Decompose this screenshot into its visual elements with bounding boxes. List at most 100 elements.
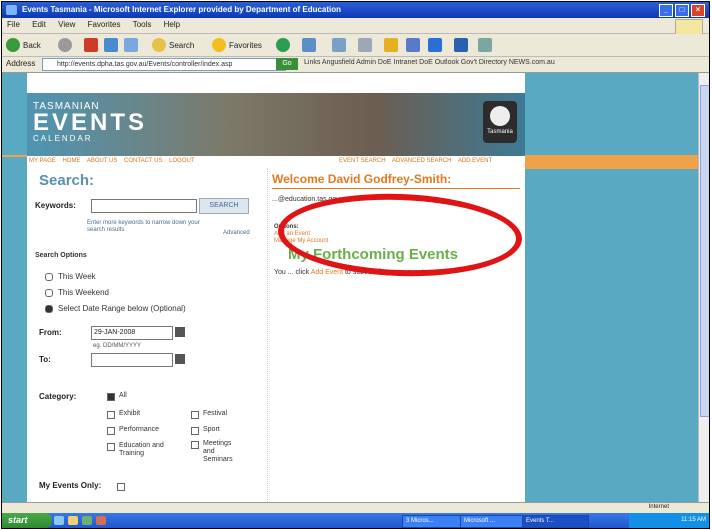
menu-favorites[interactable]: Favorites <box>83 18 126 31</box>
my-events-checkbox[interactable] <box>117 482 129 491</box>
favorites-button[interactable]: Favorites <box>212 37 262 53</box>
quicklaunch-ie-icon[interactable] <box>54 516 64 525</box>
home-button[interactable] <box>124 37 141 53</box>
minimize-button[interactable]: _ <box>659 4 673 17</box>
start-button[interactable]: start <box>2 513 52 528</box>
edit-button[interactable] <box>384 37 401 53</box>
calendar-icon[interactable] <box>175 354 185 364</box>
category-performance-checkbox[interactable]: Performance <box>107 426 159 435</box>
stop-button[interactable] <box>84 37 101 53</box>
category-all-checkbox[interactable]: All <box>107 392 127 401</box>
home-icon <box>124 38 138 52</box>
radio-this-week[interactable]: This Week <box>45 272 96 281</box>
links-bar[interactable]: Links Angusfield Admin DoE Intranet DoE … <box>304 59 555 66</box>
date-format-hint: eg. DD/MM/YYYY <box>93 343 142 349</box>
discuss-icon <box>406 38 420 52</box>
checkbox-icon <box>191 441 199 449</box>
address-bar: Address http://events.dpha.tas.gov.au/Ev… <box>2 57 709 73</box>
nav-about-us[interactable]: ABOUT US <box>87 158 118 164</box>
category-sport-checkbox[interactable]: Sport <box>191 426 220 435</box>
quicklaunch-app-icon[interactable] <box>96 516 106 525</box>
to-label: To: <box>39 355 51 364</box>
address-input[interactable]: http://events.dpha.tas.gov.au/Events/con… <box>42 58 286 71</box>
quicklaunch-desktop-icon[interactable] <box>82 516 92 525</box>
refresh-button[interactable] <box>104 37 121 53</box>
taskbar: start 3 Micros... Microsoft ... Events T… <box>2 513 709 528</box>
site-nav: MY PAGE HOME ABOUT US CONTACT US LOGOUT … <box>27 157 525 167</box>
menu-file[interactable]: File <box>2 18 25 31</box>
print-button[interactable] <box>358 37 375 53</box>
nav-my-page[interactable]: MY PAGE <box>29 158 56 164</box>
search-options-label: Search Options <box>35 252 87 259</box>
category-label: Category: <box>39 392 77 401</box>
nav-contact-us[interactable]: CONTACT US <box>124 158 162 164</box>
back-arrow-icon <box>6 38 20 52</box>
keywords-hint: Enter more keywords to narrow down your … <box>87 220 200 233</box>
calendar-icon[interactable] <box>175 327 185 337</box>
add-event-inline-link[interactable]: Add Event <box>311 269 343 276</box>
radio-date-range[interactable]: Select Date Range below (Optional) <box>45 304 186 313</box>
search-icon <box>152 38 166 52</box>
events-logo[interactable]: TASMANIAN EVENTS CALENDAR <box>33 101 147 143</box>
menu-tools[interactable]: Tools <box>128 18 157 31</box>
checkbox-icon <box>117 483 125 491</box>
radio-icon <box>45 288 53 297</box>
task-microsoft[interactable]: Microsoft ... <box>460 515 523 528</box>
media-icon <box>276 38 290 52</box>
quicklaunch-folder-icon[interactable] <box>68 516 78 525</box>
task-events-tasmania[interactable]: Events T... <box>522 515 589 528</box>
nav-add-event[interactable]: ADD EVENT <box>458 158 492 164</box>
messenger-button[interactable] <box>428 37 445 53</box>
maximize-button[interactable]: □ <box>675 4 689 17</box>
radio-selected-icon <box>45 304 53 313</box>
category-exhibit-checkbox[interactable]: Exhibit <box>107 410 140 419</box>
nav-event-search[interactable]: EVENT SEARCH <box>339 158 386 164</box>
go-button[interactable]: Go <box>276 58 298 70</box>
close-button[interactable]: × <box>691 4 705 17</box>
category-education-checkbox[interactable]: Education and Training <box>107 442 171 458</box>
scrollbar-thumb[interactable] <box>700 85 709 417</box>
history-icon <box>302 38 316 52</box>
menu-view[interactable]: View <box>53 18 80 31</box>
vertical-scrollbar[interactable] <box>698 73 709 502</box>
forward-button[interactable] <box>58 37 75 53</box>
media-button[interactable] <box>276 37 293 53</box>
checkbox-icon <box>191 427 199 435</box>
nav-advanced-search[interactable]: ADVANCED SEARCH <box>392 158 452 164</box>
back-button[interactable]: Back <box>6 37 41 53</box>
accent-stripe <box>525 157 698 169</box>
title-bar: Events Tasmania - Microsoft Internet Exp… <box>2 2 709 18</box>
search-submit-button[interactable]: SEARCH <box>199 198 249 214</box>
tasmania-emblem-icon <box>490 106 510 126</box>
address-label: Address <box>6 59 36 68</box>
nav-home[interactable]: HOME <box>62 158 80 164</box>
page-content: TASMANIAN EVENTS CALENDAR Tasmania MY PA… <box>27 73 525 502</box>
from-date-input[interactable]: 29-JAN-2008 <box>91 326 173 340</box>
category-meetings-checkbox[interactable]: Meetings and Seminars <box>191 440 241 464</box>
keywords-input[interactable] <box>91 199 197 213</box>
advanced-link[interactable]: Advanced <box>223 230 250 236</box>
search-panel: Search: Keywords: SEARCH Enter more keyw… <box>27 168 265 502</box>
welcome-heading: Welcome David Godfrey-Smith: <box>272 172 452 186</box>
history-button[interactable] <box>302 37 319 53</box>
to-date-input[interactable] <box>91 353 173 367</box>
search-button[interactable]: Search <box>152 37 194 53</box>
folder-icon <box>384 38 398 52</box>
discuss-button[interactable] <box>406 37 423 53</box>
category-festival-checkbox[interactable]: Festival <box>191 410 227 419</box>
menu-edit[interactable]: Edit <box>27 18 51 31</box>
menu-bar: File Edit View Favorites Tools Help <box>2 18 709 37</box>
research-button[interactable] <box>454 37 471 53</box>
events-banner: TASMANIAN EVENTS CALENDAR Tasmania <box>27 93 525 156</box>
menu-help[interactable]: Help <box>159 18 185 31</box>
radio-this-weekend[interactable]: This Weekend <box>45 288 109 297</box>
radio-icon <box>45 272 53 281</box>
red-highlight-ellipse <box>276 189 524 281</box>
system-tray: 11:15 AM <box>629 513 709 528</box>
checkbox-icon <box>191 411 199 419</box>
task-microsoft-office[interactable]: 3 Micros... <box>402 515 461 528</box>
search-heading: Search: <box>39 172 95 189</box>
mail-button[interactable] <box>332 37 349 53</box>
related-button[interactable] <box>478 37 495 53</box>
nav-logout[interactable]: LOGOUT <box>169 158 194 164</box>
